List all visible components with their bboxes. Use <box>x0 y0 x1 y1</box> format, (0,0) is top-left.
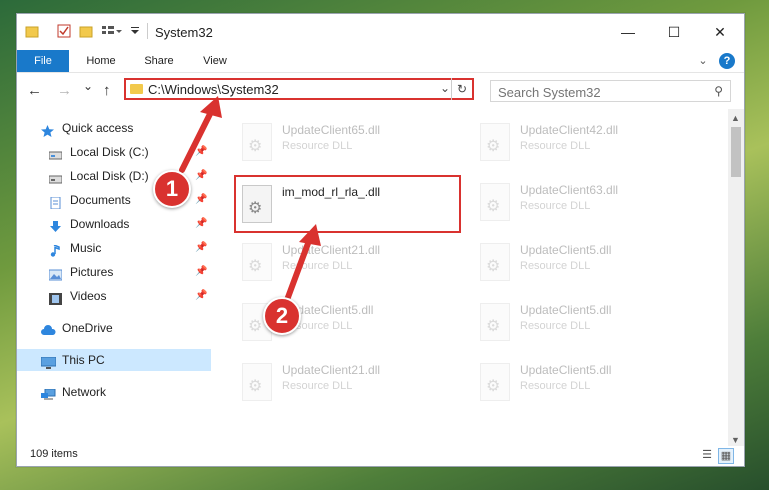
step-1-badge: 1 <box>153 170 191 208</box>
step-2-badge: 2 <box>263 297 301 335</box>
arrow-2 <box>284 224 321 303</box>
arrow-1 <box>179 96 222 173</box>
annotation-arrows <box>179 96 321 303</box>
